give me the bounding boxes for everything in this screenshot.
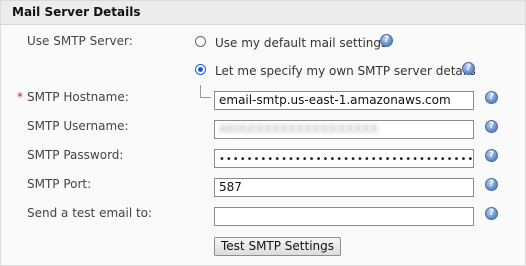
required-marker: *	[17, 90, 23, 104]
help-icon[interactable]: ?	[485, 207, 498, 220]
panel-header: Mail Server Details	[1, 1, 525, 25]
mail-server-details-panel: Mail Server Details Use SMTP Server: Use…	[0, 0, 526, 266]
smtp-hostname-label-text: SMTP Hostname:	[27, 90, 129, 104]
smtp-hostname-input[interactable]: email-smtp.us-east-1.amazonaws.com	[214, 91, 474, 110]
test-smtp-settings-button[interactable]: Test SMTP Settings	[214, 237, 342, 256]
smtp-password-input[interactable]: ••••••••••••••••••••••••••••••••••••••••…	[214, 149, 474, 168]
radio-default-mail-settings-label[interactable]: Use my default mail settings	[215, 36, 387, 50]
smtp-password-value: ••••••••••••••••••••••••••••••••••••••••…	[219, 154, 474, 165]
smtp-username-value: AKIAXXXXXXXXXXXXXXXX	[219, 122, 379, 136]
radio-default-mail-settings[interactable]	[195, 36, 206, 47]
smtp-port-label: SMTP Port:	[27, 177, 92, 191]
help-icon[interactable]: ?	[485, 178, 498, 191]
help-icon[interactable]: ?	[380, 34, 393, 47]
smtp-username-input[interactable]: AKIAXXXXXXXXXXXXXXXX	[214, 120, 474, 139]
smtp-username-label: SMTP Username:	[27, 119, 129, 133]
radio-custom-smtp-details[interactable]	[195, 64, 206, 75]
smtp-port-input[interactable]: 587	[214, 178, 474, 197]
help-icon[interactable]: ?	[462, 62, 475, 75]
panel-title: Mail Server Details	[12, 5, 141, 19]
help-icon[interactable]: ?	[485, 149, 498, 162]
test-email-input[interactable]	[214, 207, 474, 226]
radio-custom-smtp-details-label[interactable]: Let me specify my own SMTP server detail…	[215, 64, 476, 78]
help-icon[interactable]: ?	[485, 120, 498, 133]
help-icon[interactable]: ?	[485, 91, 498, 104]
test-email-label: Send a test email to:	[27, 206, 153, 220]
use-smtp-server-label: Use SMTP Server:	[27, 34, 133, 48]
smtp-password-label: SMTP Password:	[27, 148, 124, 162]
tree-connector	[200, 85, 211, 98]
smtp-hostname-label: * SMTP Hostname:	[17, 90, 129, 104]
